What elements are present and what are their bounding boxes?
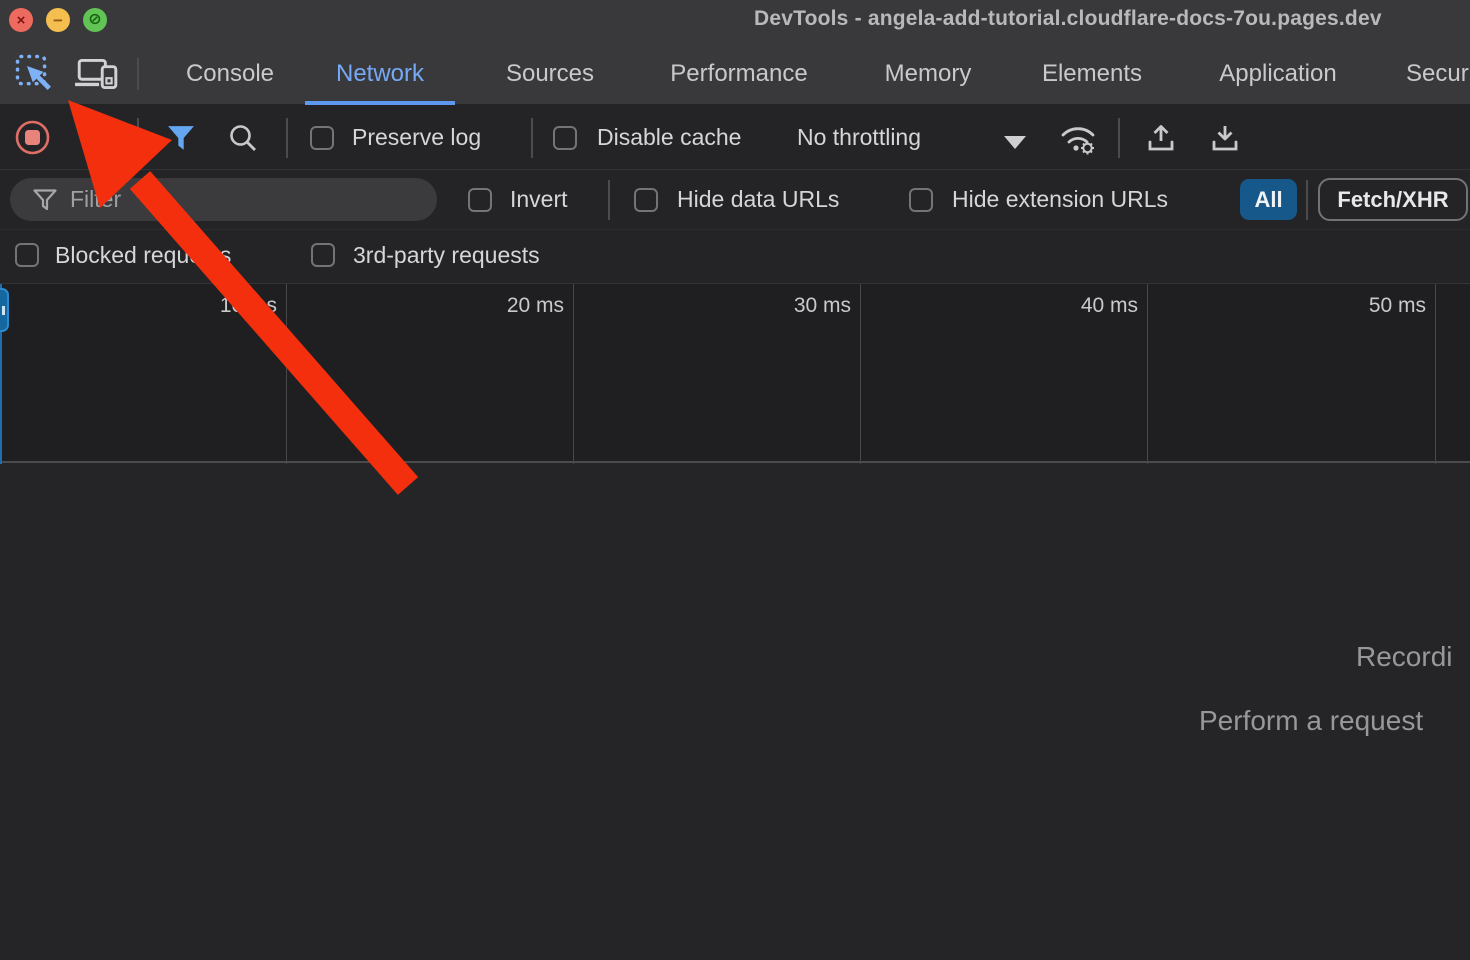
minimize-window-button[interactable]: − [46,8,70,32]
request-filters-row: Blocked requests 3rd-party requests [0,230,1470,283]
timeline-column: 50 ms [1148,284,1436,464]
toggle-device-toolbar-button[interactable] [74,55,120,93]
inspect-element-button[interactable] [14,53,54,93]
record-network-log-button[interactable] [14,119,51,156]
timeline-column: 40 ms [861,284,1148,464]
timeline-tick: 10 ms [220,294,277,318]
search-button[interactable] [228,123,258,153]
tab-label: Application [1219,60,1336,88]
tab-performance[interactable]: Performance [630,42,848,105]
timeline-tick: 30 ms [794,294,851,318]
export-har-button[interactable] [1208,122,1242,154]
filter-input[interactable] [70,186,400,213]
preserve-log-checkbox[interactable] [310,126,334,150]
throttling-caret-icon[interactable] [1004,136,1026,149]
inspect-cursor-icon [14,53,54,93]
devtools-tabbar: Console Network Sources Performance Memo… [0,42,1470,105]
network-toolbar: Preserve log Disable cache No throttling [0,105,1470,170]
timeline-tick: 40 ms [1081,294,1138,318]
record-stop-icon [14,119,51,156]
funnel-filled-icon [167,125,195,151]
upload-icon [1144,122,1178,154]
tab-label: Performance [670,60,807,88]
network-filter-row: Invert Hide data URLs Hide extension URL… [0,171,1470,230]
perform-request-message: Perform a request [1199,705,1423,737]
tab-console[interactable]: Console [158,42,302,105]
hide-data-urls-label[interactable]: Hide data URLs [677,186,839,213]
device-toolbar-icon [74,55,120,93]
close-window-button[interactable]: × [9,8,33,32]
download-icon [1208,122,1242,154]
disable-cache-checkbox[interactable] [553,126,577,150]
tab-label: Elements [1042,60,1142,88]
toolbar-separator [1118,118,1120,158]
toolbar-separator [531,118,533,158]
tab-sources[interactable]: Sources [470,42,630,105]
filter-chip-fetch-xhr[interactable]: Fetch/XHR [1318,178,1468,221]
invert-checkbox[interactable] [468,188,492,212]
wifi-gear-icon [1056,119,1100,157]
tab-memory[interactable]: Memory [848,42,1008,105]
blocked-requests-label[interactable]: Blocked requests [55,242,231,269]
filter-input-container[interactable] [10,178,437,221]
import-har-button[interactable] [1144,122,1178,154]
throttling-select[interactable]: No throttling [797,124,921,151]
clear-network-log-button[interactable] [78,121,112,155]
tab-label: Sources [506,60,594,88]
tab-label: Memory [885,60,972,88]
overview-window-left-grip[interactable] [0,288,9,332]
requests-empty-area: Recordi Perform a request [0,465,1470,960]
filter-toggle-button[interactable] [167,125,195,151]
filter-row-separator [1306,180,1308,220]
tab-network[interactable]: Network [305,42,455,105]
preserve-log-label[interactable]: Preserve log [352,124,481,151]
tab-security[interactable]: Security [1406,42,1470,105]
toolbar-separator [137,118,139,158]
third-party-requests-label[interactable]: 3rd-party requests [353,242,540,269]
hide-data-urls-checkbox[interactable] [634,188,658,212]
third-party-requests-checkbox[interactable] [311,243,335,267]
tab-label: Console [186,60,274,88]
clear-icon [78,121,112,155]
tabbar-separator [137,58,139,90]
zoom-window-button[interactable]: ⊘ [83,8,107,32]
disable-cache-label[interactable]: Disable cache [597,124,741,151]
window-title: DevTools - angela-add-tutorial.cloudflar… [754,7,1470,37]
devtools-window: × − ⊘ DevTools - angela-add-tutorial.clo… [0,0,1470,960]
blocked-requests-checkbox[interactable] [15,243,39,267]
titlebar: × − ⊘ DevTools - angela-add-tutorial.clo… [0,0,1470,42]
hide-extension-urls-checkbox[interactable] [909,188,933,212]
filter-chip-all[interactable]: All [1240,179,1297,220]
network-conditions-button[interactable] [1056,119,1100,157]
timeline-tick: 50 ms [1369,294,1426,318]
timeline-column: 10 ms [0,284,287,464]
grip-dot [2,306,5,315]
toolbar-separator [286,118,288,158]
invert-label[interactable]: Invert [510,186,568,213]
hide-extension-urls-label[interactable]: Hide extension URLs [952,186,1168,213]
network-overview-timeline[interactable]: 10 ms 20 ms 30 ms 40 ms 50 ms [0,283,1470,463]
filter-row-separator [608,180,610,220]
timeline-tick: 20 ms [507,294,564,318]
funnel-outline-icon [32,188,58,212]
tab-label: Security [1406,60,1470,88]
tab-application[interactable]: Application [1176,42,1380,105]
timeline-column: 30 ms [574,284,861,464]
recording-message: Recordi [1356,641,1452,673]
tab-label: Network [336,60,424,88]
search-icon [228,123,258,153]
tab-elements[interactable]: Elements [1008,42,1176,105]
timeline-column: 20 ms [287,284,574,464]
